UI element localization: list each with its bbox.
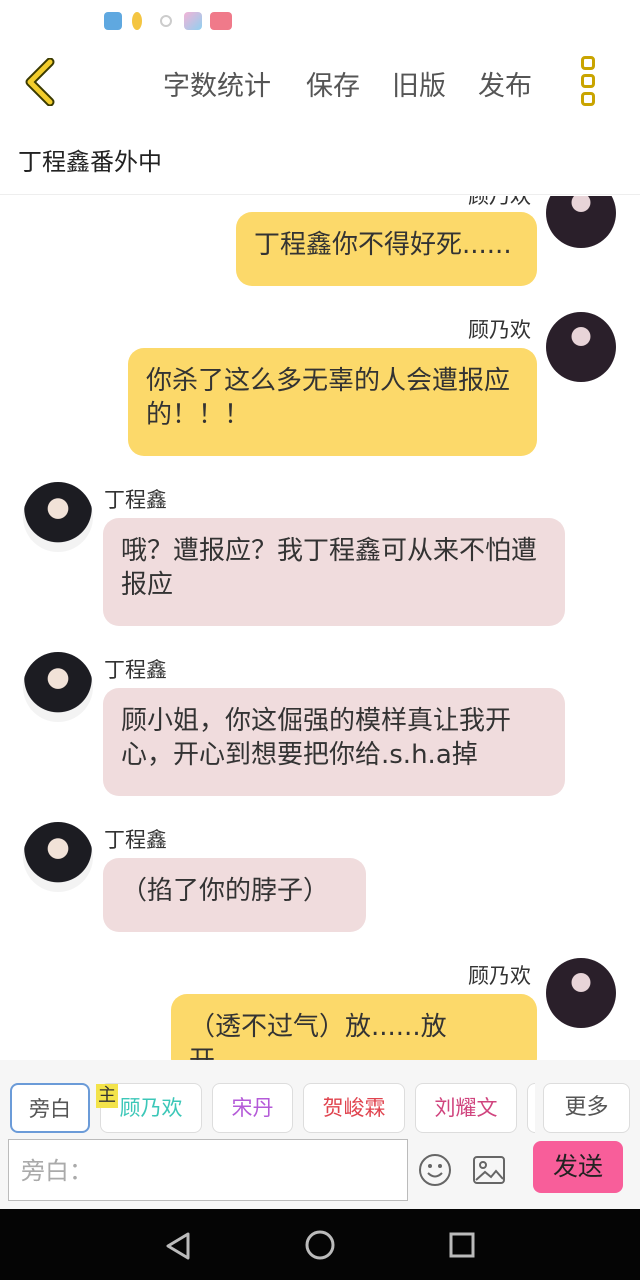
system-navigation-bar [0,1209,640,1280]
chat-area[interactable]: 顾乃欢 丁程鑫你不得好死...... 顾乃欢 你杀了这么多无辜的人会遭报应的！！… [0,196,640,1060]
avatar[interactable] [23,822,93,892]
heart-app-icon [210,12,232,30]
speaker-name: 丁程鑫 [104,658,167,682]
message-bubble[interactable]: 丁程鑫你不得好死...... [236,212,537,286]
character-selector: 旁白 顾乃欢 主 宋丹 贺峻霖 刘耀文 更多 [0,1060,640,1135]
tile-app-icon [184,12,202,30]
send-button[interactable]: 发送 [533,1141,623,1193]
speaker-name: 顾乃欢 [468,318,531,342]
kebab-dot-icon [581,92,595,106]
emoji-icon[interactable] [418,1153,452,1187]
speaker-name: 顾乃欢 [468,964,531,988]
message-input[interactable]: 旁白： [8,1139,408,1201]
character-chip-narrator[interactable]: 旁白 [10,1083,90,1133]
kebab-menu-button[interactable] [578,56,598,108]
kebab-dot-icon [581,74,595,88]
character-chip-liu-yaowen[interactable]: 刘耀文 [415,1083,517,1133]
status-bar [0,0,640,44]
avatar[interactable] [23,482,93,552]
speaker-name: 丁程鑫 [104,828,167,852]
save-button[interactable]: 保存 [306,64,360,103]
top-toolbar: 字数统计 保存 旧版 发布 [0,44,640,120]
avatar[interactable] [546,312,616,382]
message-bubble[interactable]: 哦？遭报应？我丁程鑫可从来不怕遭报应 [103,518,565,626]
square-recent-icon[interactable] [448,1231,476,1259]
circle-home-icon[interactable] [304,1229,336,1261]
message-bubble[interactable]: 顾小姐，你这倔强的模样真让我开心，开心到想要把你给.s.h.a掉 [103,688,565,796]
publish-button[interactable]: 发布 [478,64,532,103]
kebab-dot-icon [581,56,595,70]
character-chip-he-junlin[interactable]: 贺峻霖 [303,1083,405,1133]
chevron-left-icon [25,57,55,107]
character-chip-song-dan[interactable]: 宋丹 [212,1083,293,1133]
back-button[interactable] [20,57,64,107]
triangle-back-icon[interactable] [164,1231,192,1261]
input-bar: 旁白： 发送 [0,1135,640,1209]
speaker-name: 顾乃欢 [468,196,531,208]
shield-app-icon [104,12,122,30]
story-title: 丁程鑫番外中 [18,148,162,176]
more-characters-button[interactable]: 更多 [543,1083,630,1133]
speaker-name: 丁程鑫 [104,488,167,512]
message-bubble[interactable]: 你杀了这么多无辜的人会遭报应的！！！ [128,348,537,456]
avatar[interactable] [23,652,93,722]
message-bubble[interactable]: （透不过气）放......放开...... [171,994,537,1060]
word-count-button[interactable]: 字数统计 [163,64,271,103]
message-bubble[interactable]: （掐了你的脖子） [103,858,366,932]
circle-app-icon [160,15,172,27]
bulb-app-icon [132,12,142,30]
story-title-bar: 丁程鑫番外中 [0,120,640,195]
avatar[interactable] [546,958,616,1028]
character-chip-overflow [527,1083,535,1133]
avatar[interactable] [546,196,616,248]
image-icon[interactable] [472,1155,506,1185]
main-character-badge: 主 [96,1084,118,1108]
old-version-button[interactable]: 旧版 [392,64,446,103]
